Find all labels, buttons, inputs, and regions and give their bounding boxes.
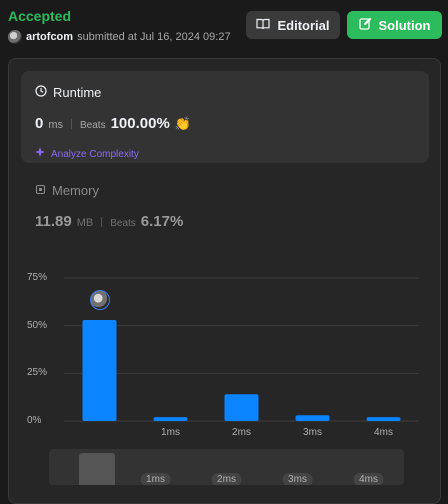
runtime-beats-label: Beats bbox=[80, 120, 106, 131]
sparkle-icon bbox=[35, 147, 46, 161]
chart-bar-3ms[interactable] bbox=[295, 415, 330, 421]
submission-meta: artofcom submitted at Jul 16, 2024 09:27 bbox=[8, 30, 231, 44]
clap-icon: 👏 bbox=[174, 115, 191, 131]
analyze-complexity-link[interactable]: Analyze Complexity bbox=[35, 147, 139, 161]
memory-beats-label: Beats bbox=[110, 218, 136, 229]
runtime-card[interactable]: Runtime 0 ms Beats 100.00% 👏 Analyze Com… bbox=[21, 71, 429, 163]
runtime-value: 0 bbox=[35, 115, 44, 132]
runtime-beats-value: 100.00% bbox=[110, 115, 170, 132]
navigator-handle[interactable] bbox=[79, 453, 115, 485]
chart-bar-4ms[interactable] bbox=[366, 417, 401, 421]
runtime-title: Runtime bbox=[35, 85, 101, 100]
edit-icon bbox=[358, 17, 372, 33]
chip-icon bbox=[35, 183, 46, 198]
user-avatar[interactable] bbox=[8, 30, 22, 44]
analyze-complexity-label: Analyze Complexity bbox=[51, 148, 139, 160]
solution-label: Solution bbox=[378, 17, 431, 33]
username-link[interactable]: artofcom bbox=[26, 31, 73, 43]
submitted-time: submitted at Jul 16, 2024 09:27 bbox=[77, 31, 231, 43]
chart-range-navigator[interactable]: 1ms 2ms 3ms 4ms bbox=[49, 449, 404, 485]
runtime-title-label: Runtime bbox=[53, 85, 102, 100]
y-tick-label: 25% bbox=[27, 367, 48, 379]
y-tick-label: 50% bbox=[27, 319, 48, 331]
x-tick-label: 2ms bbox=[232, 427, 251, 438]
memory-value: 11.89 bbox=[35, 213, 72, 230]
memory-title-label: Memory bbox=[52, 183, 99, 198]
navigator-label: 2ms bbox=[211, 473, 242, 485]
runtime-values: 0 ms Beats 100.00% 👏 bbox=[35, 115, 191, 132]
navigator-label: 1ms bbox=[140, 473, 171, 485]
chart-bar-2ms[interactable] bbox=[224, 394, 259, 421]
submission-status: Accepted bbox=[8, 8, 72, 24]
memory-title[interactable]: Memory bbox=[35, 183, 99, 198]
editorial-label: Editorial bbox=[277, 17, 330, 33]
x-tick-label: 1ms bbox=[161, 427, 180, 438]
chart-canvas bbox=[64, 277, 419, 422]
memory-values: 11.89 MB Beats 6.17% bbox=[35, 213, 183, 230]
book-icon bbox=[256, 18, 271, 33]
navigator-label: 4ms bbox=[353, 473, 384, 485]
chart-bar-1ms[interactable] bbox=[153, 417, 188, 421]
chart-bar-0ms[interactable] bbox=[82, 319, 117, 421]
y-tick-label: 75% bbox=[27, 272, 48, 283]
y-tick-label: 0% bbox=[27, 415, 42, 426]
submission-panel: Runtime 0 ms Beats 100.00% 👏 Analyze Com… bbox=[8, 58, 441, 504]
runtime-distribution-chart[interactable]: 75% 50% 25% 0% 1ms 2ms 3ms 4ms bbox=[9, 259, 440, 449]
navigator-label: 3ms bbox=[282, 473, 313, 485]
solution-button[interactable]: Solution bbox=[347, 11, 442, 39]
my-submission-avatar bbox=[90, 290, 110, 310]
memory-beats-value: 6.17% bbox=[140, 213, 184, 230]
memory-unit: MB bbox=[76, 217, 94, 229]
divider bbox=[101, 216, 103, 227]
editorial-button[interactable]: Editorial bbox=[246, 11, 340, 39]
x-tick-label: 4ms bbox=[374, 427, 393, 438]
x-tick-label: 3ms bbox=[303, 427, 322, 438]
runtime-unit: ms bbox=[48, 119, 64, 131]
clock-icon bbox=[35, 85, 47, 100]
divider bbox=[71, 118, 73, 129]
